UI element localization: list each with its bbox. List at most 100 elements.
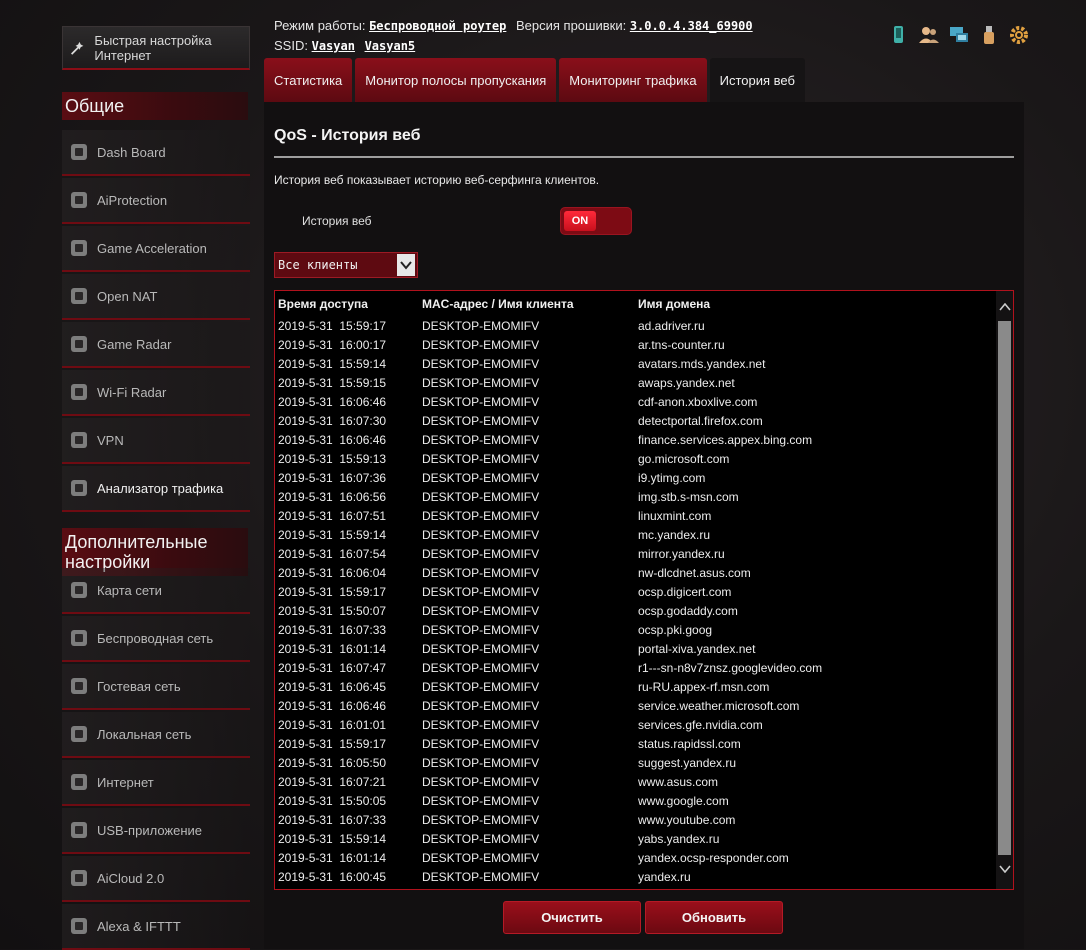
quick-setup-button[interactable]: Быстрая настройка Интернет bbox=[62, 26, 250, 70]
cell-client-name: DESKTOP-EMOMIFV bbox=[422, 661, 540, 675]
ssid-label: SSID: bbox=[274, 38, 308, 53]
web-history-toggle-label: История веб bbox=[302, 214, 372, 228]
sidebar-item[interactable]: Open NAT bbox=[62, 274, 250, 320]
cell-access-time: 2019-5-31 15:59:17 bbox=[278, 585, 387, 599]
sidebar-item[interactable]: AiProtection bbox=[62, 178, 250, 224]
cell-client-name: DESKTOP-EMOMIFV bbox=[422, 851, 540, 865]
sidebar-item[interactable]: VPN bbox=[62, 418, 250, 464]
table-row: 2019-5-31 15:59:14 DESKTOP-EMOMIFV yabs.ya… bbox=[275, 829, 995, 848]
cell-access-time: 2019-5-31 15:59:15 bbox=[278, 376, 387, 390]
ssid-link-2[interactable]: Vasyan5 bbox=[365, 39, 416, 53]
settings-gear-icon[interactable] bbox=[1008, 24, 1030, 46]
cell-client-name: DESKTOP-EMOMIFV bbox=[422, 870, 540, 884]
sidebar-item-label: AiCloud 2.0 bbox=[97, 870, 165, 886]
quick-setup-label: Быстрая настройка Интернет bbox=[94, 32, 212, 63]
sidebar-item-label: Open NAT bbox=[97, 288, 158, 304]
mode-label: Режим работы: bbox=[274, 18, 366, 33]
sidebar-item[interactable]: AiCloud 2.0 bbox=[62, 856, 250, 902]
sidebar-item[interactable]: Гостевая сеть bbox=[62, 664, 250, 710]
sidebar-item[interactable]: Беспроводная сеть bbox=[62, 616, 250, 662]
table-row: 2019-5-31 16:06:45 DESKTOP-EMOMIFV ru-RU.a… bbox=[275, 677, 995, 696]
table-row: 2019-5-31 15:59:17 DESKTOP-EMOMIFV ad.adri… bbox=[275, 316, 995, 335]
sidebar-item[interactable]: Локальная сеть bbox=[62, 712, 250, 758]
cell-domain-name: detectportal.firefox.com bbox=[638, 414, 763, 428]
network-map-icon bbox=[69, 580, 89, 600]
guest-network-icon bbox=[69, 676, 89, 696]
cell-access-time: 2019-5-31 15:59:17 bbox=[278, 319, 387, 333]
cell-client-name: DESKTOP-EMOMIFV bbox=[422, 433, 540, 447]
cell-access-time: 2019-5-31 16:01:14 bbox=[278, 642, 387, 656]
table-row: 2019-5-31 16:00:17 DESKTOP-EMOMIFV ar.tns-… bbox=[275, 335, 995, 354]
clear-button[interactable]: Очистить bbox=[503, 901, 641, 934]
tab-statistics[interactable]: Статистика bbox=[264, 58, 353, 102]
cell-access-time: 2019-5-31 16:06:46 bbox=[278, 699, 387, 713]
lan-icon bbox=[69, 724, 89, 744]
cell-domain-name: services.gfe.nvidia.com bbox=[638, 718, 763, 732]
cell-access-time: 2019-5-31 15:59:14 bbox=[278, 357, 387, 371]
table-row: 2019-5-31 16:00:45 DESKTOP-EMOMIFV yandex.… bbox=[275, 867, 995, 886]
sidebar-item[interactable]: Анализатор трафика bbox=[62, 466, 250, 512]
traffic-analyzer-icon bbox=[69, 478, 89, 498]
table-row: 2019-5-31 16:07:54 DESKTOP-EMOMIFV mirror.… bbox=[275, 544, 995, 563]
scrollbar-thumb[interactable] bbox=[998, 321, 1011, 855]
scroll-down-icon[interactable] bbox=[996, 859, 1013, 879]
client-select[interactable]: Все клиенты bbox=[274, 252, 418, 278]
cell-client-name: DESKTOP-EMOMIFV bbox=[422, 319, 540, 333]
sidebar-item[interactable]: Wi-Fi Radar bbox=[62, 370, 250, 416]
web-history-table[interactable]: Время доступа MAC-адрес / Имя клиента Им… bbox=[274, 290, 1014, 890]
cell-domain-name: ru-RU.appex-rf.msn.com bbox=[638, 680, 770, 694]
sidebar-item-label: Беспроводная сеть bbox=[97, 630, 214, 646]
general-heading: Общие bbox=[62, 92, 248, 120]
cell-domain-name: i9.ytimg.com bbox=[638, 471, 706, 485]
sidebar-item[interactable]: Карта сети bbox=[62, 568, 250, 614]
wifi-radar-icon bbox=[69, 382, 89, 402]
usb-icon[interactable] bbox=[978, 24, 1000, 46]
web-history-toggle[interactable]: ON bbox=[560, 207, 632, 235]
sidebar-item-label: Интернет bbox=[97, 774, 154, 790]
cell-access-time: 2019-5-31 16:06:45 bbox=[278, 680, 387, 694]
scroll-up-icon[interactable] bbox=[996, 297, 1013, 317]
ssid-link-1[interactable]: Vasyan bbox=[312, 39, 355, 53]
tab-web-history[interactable]: История веб bbox=[709, 58, 805, 102]
cell-client-name: DESKTOP-EMOMIFV bbox=[422, 338, 540, 352]
usb-device-icon[interactable] bbox=[888, 24, 910, 46]
nat-icon bbox=[69, 286, 89, 306]
cell-access-time: 2019-5-31 15:59:14 bbox=[278, 528, 387, 542]
vpn-icon bbox=[69, 430, 89, 450]
table-row: 2019-5-31 16:01:01 DESKTOP-EMOMIFV service… bbox=[275, 715, 995, 734]
clients-icon[interactable] bbox=[918, 24, 940, 46]
sidebar-item-label: Dash Board bbox=[97, 144, 166, 160]
table-row: 2019-5-31 16:01:14 DESKTOP-EMOMIFV portal-… bbox=[275, 639, 995, 658]
sidebar-item-label: Гостевая сеть bbox=[97, 678, 181, 694]
wireless-icon bbox=[69, 628, 89, 648]
sidebar-item[interactable]: Game Radar bbox=[62, 322, 250, 368]
cell-access-time: 2019-5-31 15:50:07 bbox=[278, 604, 387, 618]
toggle-state: ON bbox=[564, 211, 596, 231]
sidebar-item-label: USB-приложение bbox=[97, 822, 203, 838]
table-row: 2019-5-31 15:50:07 DESKTOP-EMOMIFV ocsp.go… bbox=[275, 601, 995, 620]
firmware-link[interactable]: 3.0.0.4.384_69900 bbox=[630, 19, 753, 33]
cell-domain-name: www.google.com bbox=[638, 794, 729, 808]
table-row: 2019-5-31 16:06:04 DESKTOP-EMOMIFV nw-dlcd… bbox=[275, 563, 995, 582]
sidebar-item[interactable]: Dash Board bbox=[62, 130, 250, 176]
cell-access-time: 2019-5-31 16:06:04 bbox=[278, 566, 387, 580]
cell-domain-name: ocsp.godaddy.com bbox=[638, 604, 738, 618]
sidebar-item[interactable]: Alexa & IFTTT bbox=[62, 904, 250, 950]
tab-traffic-monitoring[interactable]: Мониторинг трафика bbox=[559, 58, 707, 102]
table-row: 2019-5-31 15:50:05 DESKTOP-EMOMIFV www.goo… bbox=[275, 791, 995, 810]
network-map-icon[interactable] bbox=[948, 24, 970, 46]
cell-client-name: DESKTOP-EMOMIFV bbox=[422, 357, 540, 371]
cell-domain-name: ocsp.pki.goog bbox=[638, 623, 713, 637]
refresh-button[interactable]: Обновить bbox=[645, 901, 783, 934]
cell-domain-name: service.weather.microsoft.com bbox=[638, 699, 800, 713]
tab-bandwidth-monitor[interactable]: Монитор полосы пропускания bbox=[355, 58, 557, 102]
sidebar-item[interactable]: Интернет bbox=[62, 760, 250, 806]
alexa-icon bbox=[69, 916, 89, 936]
cell-domain-name: avatars.mds.yandex.net bbox=[638, 357, 766, 371]
cell-domain-name: mc.yandex.ru bbox=[638, 528, 711, 542]
sidebar-item[interactable]: Game Acceleration bbox=[62, 226, 250, 272]
mode-link[interactable]: Беспроводной роутер bbox=[369, 19, 506, 33]
sidebar-item[interactable]: USB-приложение bbox=[62, 808, 250, 854]
cell-domain-name: go.microsoft.com bbox=[638, 452, 730, 466]
table-scrollbar[interactable] bbox=[996, 291, 1013, 889]
